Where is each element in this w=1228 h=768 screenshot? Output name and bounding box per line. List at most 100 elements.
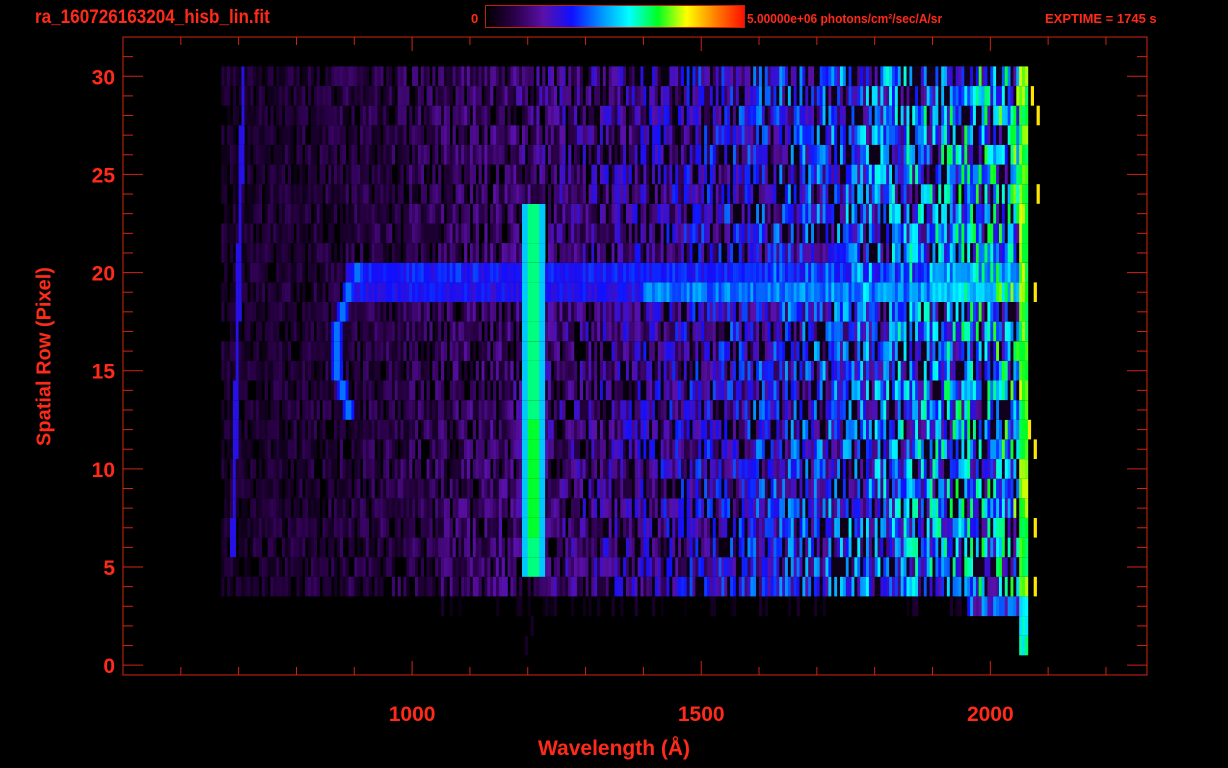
heatmap-cell [328,459,332,479]
heatmap-cell [270,537,274,558]
heatmap-cell [536,557,540,577]
heatmap-cell [848,557,852,577]
heatmap-cell [643,302,647,322]
heatmap-cell [764,557,768,577]
heatmap-cell [831,419,835,440]
heatmap-cell [967,518,971,538]
heatmap-cell [626,341,630,361]
heatmap-cell [394,380,398,401]
heatmap-cell [415,459,419,479]
heatmap-cell [334,282,338,302]
heatmap-cell [955,518,959,538]
heatmap-cell [689,380,693,401]
heatmap-cell [790,400,794,420]
heatmap-cell [608,419,612,440]
heatmap-cell [958,302,962,322]
heatmap-cell [250,518,254,538]
heatmap-cell [241,341,245,361]
heatmap-cell [342,380,346,401]
heatmap-cell [735,360,740,381]
heatmap-cell [284,557,289,577]
heatmap-cell [1016,596,1020,617]
heatmap-cell [955,537,959,558]
heatmap-cell [510,518,514,538]
heatmap-cell [533,262,537,283]
heatmap-cell [441,439,445,459]
heatmap-cell [683,596,688,617]
heatmap-cell [397,576,401,597]
heatmap-cell [871,576,875,597]
heatmap-cell [686,419,690,440]
heatmap-cell [654,537,659,558]
heatmap-cell [594,302,598,322]
heatmap-cell [915,262,919,283]
heatmap-cell [735,498,740,518]
heatmap-cell [871,321,875,342]
heatmap-cell [750,243,754,263]
heatmap-cell [403,282,407,302]
heatmap-cell [478,537,482,558]
heatmap-cell [709,518,714,538]
heatmap-cell [313,341,317,361]
heatmap-cell [576,478,581,499]
heatmap-cell [857,498,861,518]
heatmap-cell [574,380,578,401]
heatmap-cell [429,576,433,597]
heatmap-cell [571,498,575,518]
heatmap-cell [932,518,936,538]
heatmap-cell [877,321,881,342]
heatmap-cell [811,282,815,302]
heatmap-cell [631,282,635,302]
heatmap-cell [825,478,829,499]
heatmap-cell [258,243,263,263]
heatmap-cell [883,262,887,283]
heatmap-cell [678,419,682,440]
heatmap-cell [912,576,916,597]
heatmap-cell [368,321,372,342]
heatmap-cell [868,557,873,577]
heatmap-cell [842,537,847,558]
heatmap-cell [1004,596,1008,617]
heatmap-cell [247,321,251,342]
heatmap-cell [683,498,688,518]
heatmap-cell [423,419,427,440]
heatmap-cell [270,360,274,381]
heatmap-cell [247,341,251,361]
heatmap-cell [811,380,815,401]
heatmap-cell [840,380,844,401]
heatmap-cell [675,439,679,459]
heatmap-cell [232,557,237,577]
heatmap-cell [874,400,878,420]
heatmap-cell [660,557,664,577]
heatmap-cell [310,341,315,361]
heatmap-cell [545,459,549,479]
heatmap-cell [443,243,448,263]
heatmap-cell [241,360,245,381]
heatmap-cell [553,557,557,577]
heatmap-cell [920,262,925,283]
heatmap-cell [1022,596,1026,617]
heatmap-cell [660,498,664,518]
heatmap-cell [1013,360,1017,381]
heatmap-cell [582,518,586,538]
heatmap-cell [469,360,474,381]
heatmap-cell [316,243,320,263]
heatmap-cell [909,498,913,518]
heatmap-cell [391,380,396,401]
heatmap-cell [978,459,982,479]
heatmap-cell [256,576,260,597]
heatmap-cell [892,518,896,538]
heatmap-cell [238,518,242,538]
heatmap-cell [712,459,716,479]
heatmap-cell [513,262,517,283]
heatmap-cell [449,341,453,361]
heatmap-cell [750,360,754,381]
heatmap-cell [819,380,823,401]
heatmap-cell [623,557,627,577]
heatmap-cell [628,419,633,440]
heatmap-cell [495,439,500,459]
heatmap-cell [522,360,526,381]
heatmap-cell [932,302,936,322]
heatmap-cell [938,478,942,499]
heatmap-cell [715,223,719,244]
